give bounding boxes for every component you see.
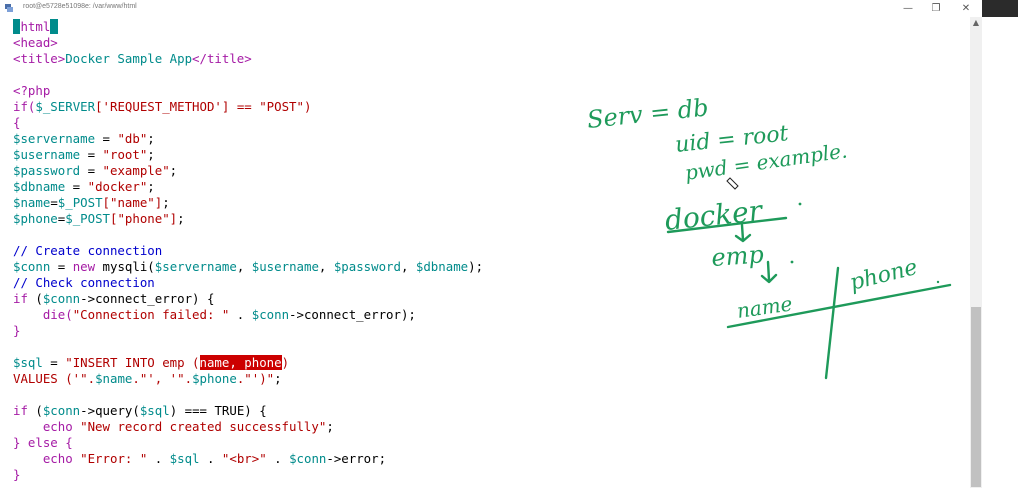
code-line: if ($conn->query($sql) === TRUE) { <box>13 403 267 418</box>
search-highlight: name, phone <box>199 355 282 370</box>
putty-app-icon <box>5 4 13 12</box>
code-line: <?php <box>13 83 51 98</box>
code-comment: // Create connection <box>13 243 163 258</box>
code-line: die("Connection failed: " . $conn->conne… <box>13 307 416 322</box>
code-comment: // Check connection <box>13 275 155 290</box>
code-line: $servername = "db"; <box>13 131 155 146</box>
code-line: echo "New record created successfully"; <box>13 419 334 434</box>
code-line: } <box>13 323 21 338</box>
maximize-button[interactable]: ❐ <box>921 0 951 17</box>
code-line: $sql = "INSERT INTO emp (name, phone) <box>13 355 290 370</box>
code-line: { <box>13 115 21 130</box>
code-line: $phone=$_POST["phone"]; <box>13 211 185 226</box>
title-bar: root@e5728e51098e: /var/www/html — ❐ ✕ <box>0 0 1018 18</box>
close-button[interactable]: ✕ <box>951 0 981 17</box>
html-tag-text: html <box>20 19 51 34</box>
minimize-button[interactable]: — <box>893 0 923 17</box>
vertical-scrollbar[interactable]: ▲ <box>970 17 982 488</box>
code-line: VALUES ('".$name."', '".$phone."')"; <box>13 371 282 386</box>
code-line: } else { <box>13 435 73 450</box>
scroll-up-icon[interactable]: ▲ <box>970 17 982 29</box>
window-title: root@e5728e51098e: /var/www/html <box>23 3 137 10</box>
code-line: if ($conn->connect_error) { <box>13 291 215 306</box>
background-strip <box>982 0 1018 17</box>
terminal-editor[interactable]: html <head> <title>Docker Sample App</ti… <box>0 17 970 488</box>
code-line: } <box>13 467 21 482</box>
cursor-end <box>50 19 58 34</box>
code-line: <head> <box>13 35 58 50</box>
scrollbar-thumb[interactable] <box>971 307 981 487</box>
code-line: $dbname = "docker"; <box>13 179 155 194</box>
right-margin <box>982 17 1018 488</box>
code-line: html <box>13 19 58 35</box>
code-line: $conn = new mysqli($servername, $usernam… <box>13 259 484 274</box>
code-line: echo "Error: " . $sql . "<br>" . $conn->… <box>13 451 387 466</box>
code-line: if($_SERVER['REQUEST_METHOD'] == "POST") <box>13 99 312 114</box>
code-line: <title>Docker Sample App</title> <box>13 51 252 66</box>
code-line: $name=$_POST["name"]; <box>13 195 170 210</box>
code-line: $password = "example"; <box>13 163 178 178</box>
code-line: $username = "root"; <box>13 147 155 162</box>
